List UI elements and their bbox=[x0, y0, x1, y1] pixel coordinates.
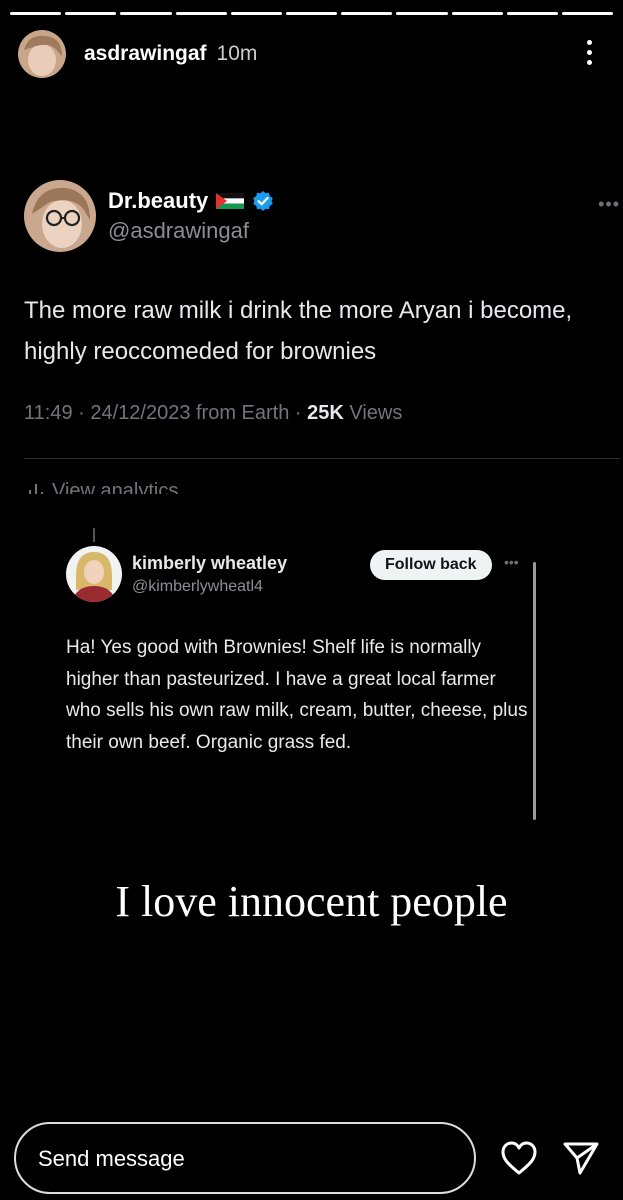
reply-text: Ha! Yes good with Brownies! Shelf life i… bbox=[66, 637, 528, 753]
tweet-header: Dr.beauty @asdrawingaf bbox=[24, 180, 620, 252]
story-username[interactable]: asdrawingaf bbox=[84, 42, 207, 66]
progress-segment bbox=[10, 12, 62, 15]
more-options-icon[interactable] bbox=[587, 40, 593, 65]
progress-segment bbox=[561, 12, 614, 15]
follow-back-button[interactable]: Follow back bbox=[370, 550, 492, 580]
progress-segment bbox=[341, 12, 393, 15]
tweet-timestamp: 11:49 · 24/12/2023 from Earth · bbox=[24, 402, 308, 424]
analytics-icon bbox=[29, 484, 43, 494]
story-header: asdrawingaf 10m bbox=[18, 30, 605, 78]
reply-display-name[interactable]: kimberly wheatley bbox=[132, 553, 287, 574]
palestine-flag-icon bbox=[216, 193, 245, 209]
progress-segment bbox=[506, 12, 558, 15]
progress-segment bbox=[230, 12, 282, 15]
tweet-display-name[interactable]: Dr.beauty bbox=[108, 188, 274, 214]
tweet-more-icon[interactable]: ••• bbox=[598, 194, 620, 215]
progress-segment bbox=[65, 12, 117, 15]
progress-segment bbox=[175, 12, 227, 15]
tweet-views-label: Views bbox=[343, 402, 403, 424]
tweet-handle[interactable]: @asdrawingaf bbox=[108, 218, 274, 244]
story-timestamp: 10m bbox=[216, 42, 258, 65]
send-message-input[interactable]: Send message bbox=[14, 1122, 476, 1194]
tweet-display-name-text: Dr.beauty bbox=[108, 188, 209, 213]
reply-more-icon[interactable]: ••• bbox=[504, 554, 519, 570]
verified-badge-icon bbox=[253, 191, 274, 211]
story-avatar[interactable] bbox=[18, 30, 66, 78]
tweet-views-count: 25K bbox=[307, 402, 344, 424]
view-analytics-label: View analytics bbox=[52, 480, 179, 494]
thread-line bbox=[93, 528, 95, 542]
progress-segment bbox=[285, 12, 338, 15]
reply-author-avatar[interactable] bbox=[66, 546, 122, 602]
reply-card: kimberly wheatley @kimberlywheatl4 Follo… bbox=[66, 546, 536, 758]
tweet-meta: 11:49 · 24/12/2023 from Earth · 25K View… bbox=[24, 402, 620, 425]
divider bbox=[24, 458, 620, 459]
progress-segment bbox=[396, 12, 448, 15]
view-analytics-link[interactable]: View analytics bbox=[28, 480, 178, 494]
tweet-author-avatar[interactable] bbox=[24, 180, 96, 252]
reply-scroll-bar bbox=[533, 562, 536, 820]
story-progress-bar bbox=[10, 12, 614, 15]
tweet-text: The more raw milk i drink the more Aryan… bbox=[24, 297, 573, 365]
story-caption: I love innocent people bbox=[115, 877, 508, 926]
reply-handle[interactable]: @kimberlywheatl4 bbox=[132, 578, 287, 596]
progress-segment bbox=[120, 12, 172, 15]
send-message-placeholder: Send message bbox=[38, 1146, 185, 1171]
send-icon[interactable] bbox=[562, 1140, 600, 1176]
tweet-card: Dr.beauty @asdrawingaf ••• The more raw … bbox=[24, 180, 620, 494]
heart-icon[interactable] bbox=[500, 1140, 538, 1176]
progress-segment bbox=[451, 12, 503, 15]
